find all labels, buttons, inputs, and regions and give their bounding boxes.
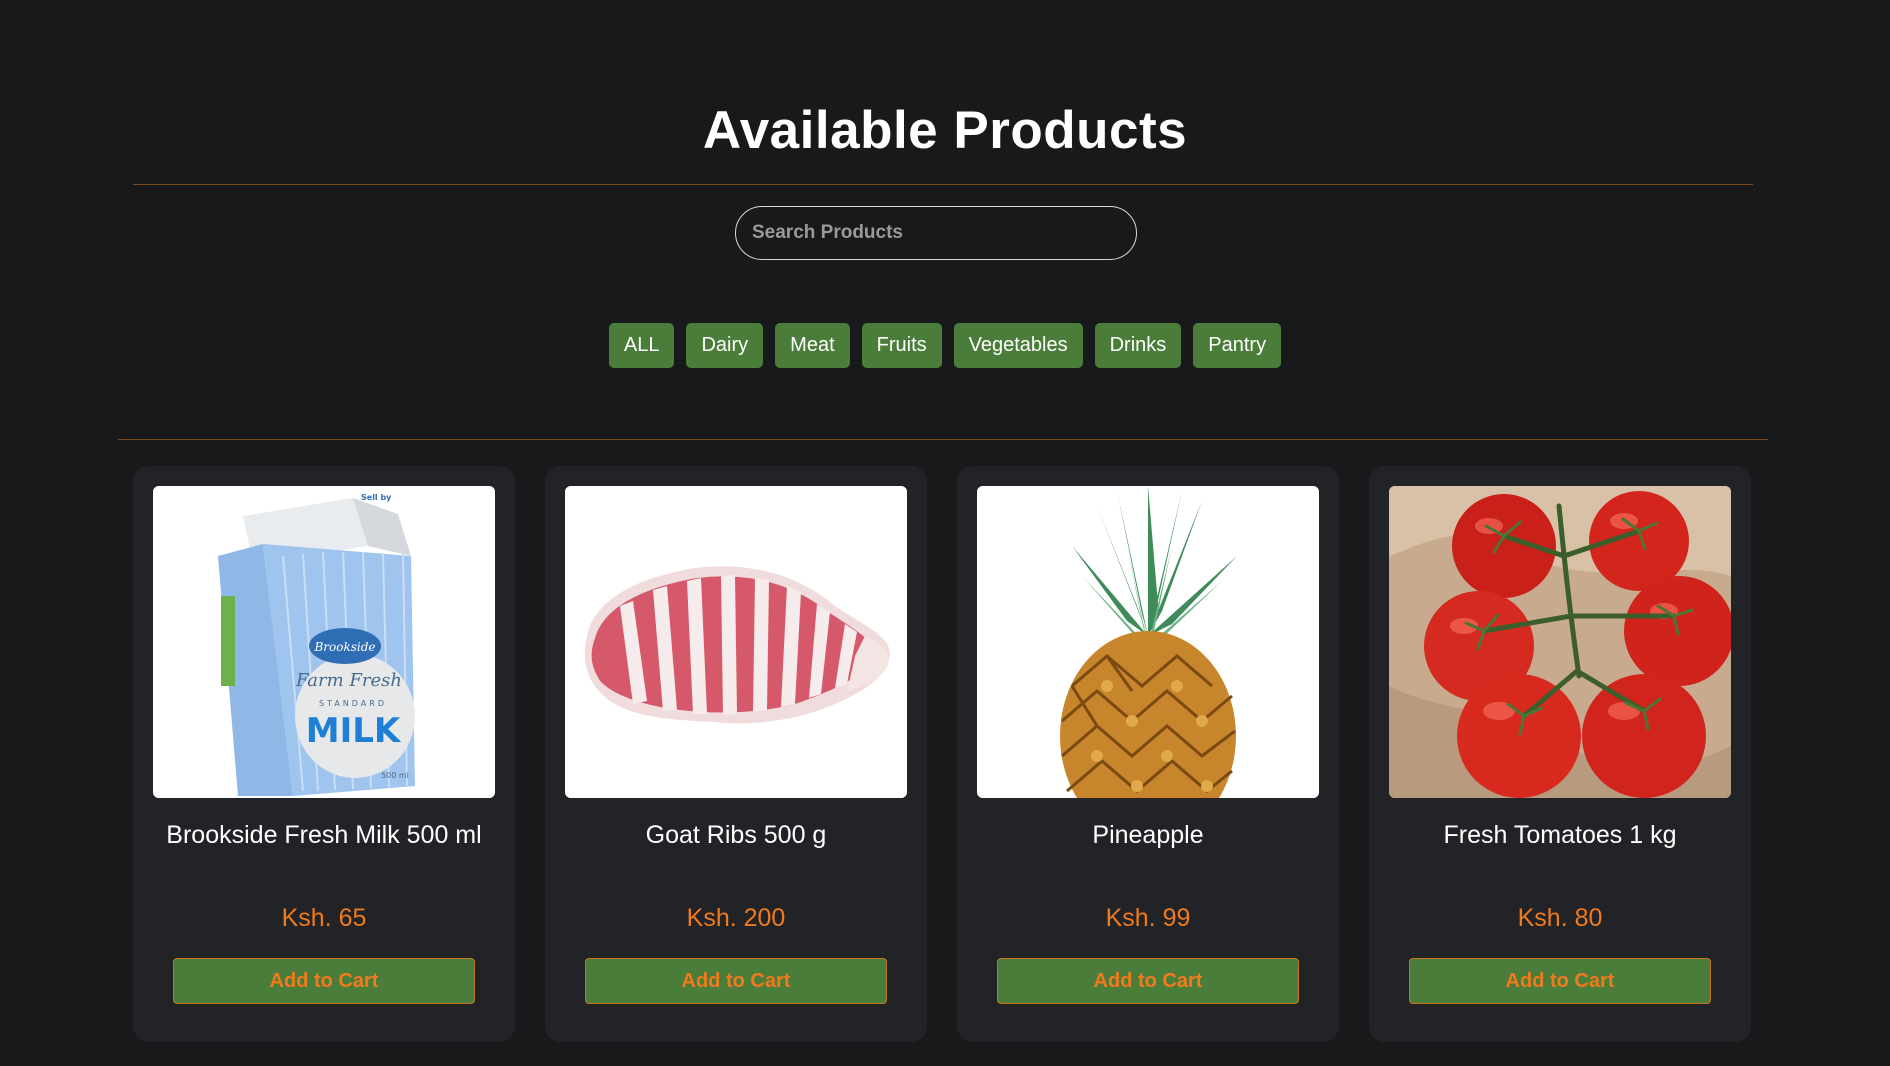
filter-vegetables-button[interactable]: Vegetables <box>953 323 1083 368</box>
product-price: Ksh. 65 <box>281 904 367 932</box>
product-card: Brookside Farm Fresh STANDARD MILK 500 m… <box>133 466 515 1042</box>
product-card: Fresh Tomatoes 1 kg Ksh. 80 Add to Cart <box>1369 466 1751 1042</box>
carton-line1-text: Farm Fresh <box>295 670 402 691</box>
product-name: Fresh Tomatoes 1 kg <box>1443 821 1677 849</box>
add-to-cart-button[interactable]: Add to Cart <box>173 958 475 1004</box>
tomatoes-icon <box>1389 486 1731 798</box>
search-input[interactable] <box>735 206 1137 260</box>
page-title: Available Products <box>702 101 1188 160</box>
add-to-cart-button[interactable]: Add to Cart <box>1409 958 1711 1004</box>
filter-all-button[interactable]: ALL <box>608 323 675 368</box>
product-name: Brookside Fresh Milk 500 ml <box>166 821 482 849</box>
product-image <box>565 486 907 798</box>
filter-dairy-button[interactable]: Dairy <box>686 323 764 368</box>
products-page: Available Products ALL Dairy Meat Fruits… <box>0 0 1890 1066</box>
add-to-cart-button[interactable]: Add to Cart <box>585 958 887 1004</box>
section-divider <box>118 439 1768 440</box>
milk-carton-icon: Brookside Farm Fresh STANDARD MILK 500 m… <box>153 486 495 798</box>
add-to-cart-button[interactable]: Add to Cart <box>997 958 1299 1004</box>
product-price: Ksh. 99 <box>1105 904 1191 932</box>
category-filters: ALL Dairy Meat Fruits Vegetables Drinks … <box>0 323 1890 368</box>
title-divider <box>133 184 1753 185</box>
filter-meat-button[interactable]: Meat <box>775 323 850 368</box>
filter-pantry-button[interactable]: Pantry <box>1193 323 1282 368</box>
filter-fruits-button[interactable]: Fruits <box>861 323 942 368</box>
product-name: Pineapple <box>1092 821 1204 849</box>
goat-ribs-icon <box>565 486 907 798</box>
product-image: Brookside Farm Fresh STANDARD MILK 500 m… <box>153 486 495 798</box>
product-name: Goat Ribs 500 g <box>645 821 827 849</box>
product-image <box>977 486 1319 798</box>
filter-drinks-button[interactable]: Drinks <box>1094 323 1182 368</box>
product-price: Ksh. 80 <box>1517 904 1603 932</box>
product-card: Goat Ribs 500 g Ksh. 200 Add to Cart <box>545 466 927 1042</box>
product-grid: Brookside Farm Fresh STANDARD MILK 500 m… <box>133 466 1751 1042</box>
carton-line2-text: STANDARD <box>319 699 387 708</box>
carton-sellby-text: Sell by <box>361 493 392 502</box>
carton-brand-text: Brookside <box>313 640 375 654</box>
carton-volume-text: 500 ml <box>381 771 409 780</box>
product-image <box>1389 486 1731 798</box>
product-price: Ksh. 200 <box>686 904 786 932</box>
pineapple-icon <box>977 486 1319 798</box>
product-card: Pineapple Ksh. 99 Add to Cart <box>957 466 1339 1042</box>
carton-line3-text: MILK <box>306 711 402 751</box>
